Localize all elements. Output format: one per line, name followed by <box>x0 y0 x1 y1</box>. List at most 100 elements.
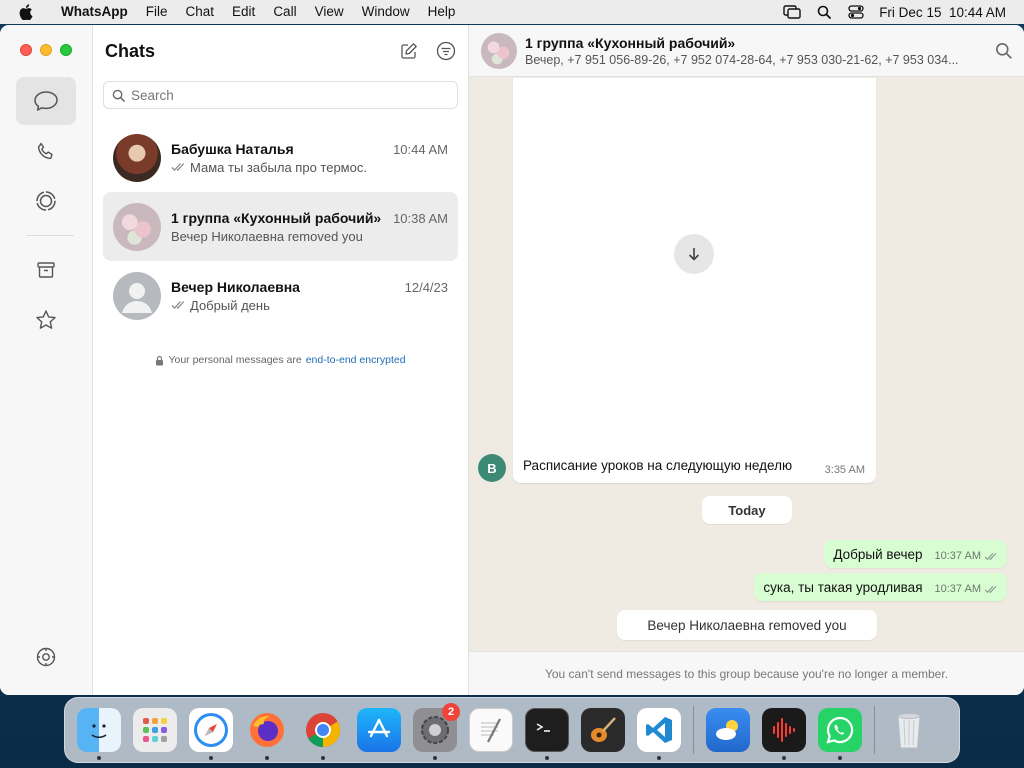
message-time: 10:37 AM <box>934 583 981 595</box>
rail-status-button[interactable] <box>16 177 76 225</box>
double-check-icon <box>984 585 997 593</box>
rail-chats-button[interactable] <box>16 77 76 125</box>
textedit-icon <box>469 708 513 752</box>
menubar-clock[interactable]: Fri Dec 15 10:44 AM <box>879 5 1006 20</box>
outgoing-message[interactable]: Добрый вечер 10:37 AM <box>824 540 1007 568</box>
chat-item-vecher[interactable]: Вечер Николаевна 12/4/23 Добрый день <box>103 261 458 330</box>
dock-voice-memos[interactable] <box>756 702 812 760</box>
menu-app-name[interactable]: WhatsApp <box>52 0 137 24</box>
filter-icon[interactable] <box>436 41 456 61</box>
rail-calls-button[interactable] <box>16 127 76 175</box>
dock-launchpad[interactable] <box>127 702 183 758</box>
chat-item-babushka[interactable]: Бабушка Наталья 10:44 AM Мама ты забыла … <box>103 123 458 192</box>
dock-separator <box>693 706 694 754</box>
rail-settings-button[interactable] <box>16 633 76 681</box>
chat-list-header: Chats <box>93 25 468 77</box>
conversation-header[interactable]: 1 группа «Кухонный рабочий» Вечер, +7 95… <box>469 25 1024 77</box>
running-indicator <box>265 756 269 760</box>
search-box[interactable] <box>103 81 458 109</box>
minimize-window-button[interactable] <box>40 44 52 56</box>
chat-last-message: Вечер Николаевна removed you <box>171 228 363 244</box>
chrome-icon <box>301 708 345 752</box>
double-check-icon <box>171 163 185 172</box>
dock-separator <box>874 706 875 754</box>
search-icon[interactable] <box>995 42 1012 59</box>
sender-avatar[interactable]: B <box>478 454 506 482</box>
default-avatar-icon <box>113 271 161 320</box>
settings-gear-icon <box>36 647 56 667</box>
weather-icon <box>706 708 750 752</box>
dock-textedit[interactable] <box>463 702 519 758</box>
lock-icon <box>156 355 164 365</box>
screen-mirroring-icon[interactable] <box>783 5 801 19</box>
chat-name: Бабушка Наталья <box>171 140 294 157</box>
running-indicator <box>209 756 213 760</box>
encryption-link[interactable]: end-to-end encrypted <box>306 354 406 366</box>
finder-icon <box>77 708 121 752</box>
download-button[interactable] <box>674 234 714 274</box>
apple-icon <box>19 4 33 20</box>
dock-garageband[interactable] <box>575 702 631 758</box>
safari-icon <box>189 708 233 752</box>
menu-help[interactable]: Help <box>419 0 465 24</box>
firefox-icon <box>245 708 289 752</box>
group-avatar[interactable] <box>481 32 517 69</box>
search-input[interactable] <box>131 87 431 103</box>
dock: 2 <box>64 697 960 763</box>
dock-vscode[interactable] <box>631 702 687 760</box>
apple-menu[interactable] <box>0 4 52 20</box>
conversation-panel: 1 группа «Кухонный рабочий» Вечер, +7 95… <box>469 25 1024 695</box>
dock-app-store[interactable] <box>351 702 407 758</box>
menu-edit[interactable]: Edit <box>223 0 264 24</box>
menu-file[interactable]: File <box>137 0 177 24</box>
chat-name: Вечер Николаевна <box>171 278 300 295</box>
spotlight-search-icon[interactable] <box>815 5 833 19</box>
new-chat-icon[interactable] <box>400 42 418 60</box>
trash-icon <box>887 708 931 752</box>
search-icon <box>112 89 125 102</box>
double-check-icon <box>171 301 185 310</box>
menu-call[interactable]: Call <box>264 0 305 24</box>
dock-firefox[interactable] <box>239 702 295 760</box>
status-icon <box>36 191 56 211</box>
outgoing-message[interactable]: сука, ты такая уродливая 10:37 AM <box>754 573 1007 601</box>
dock-trash[interactable] <box>881 702 937 758</box>
close-window-button[interactable] <box>20 44 32 56</box>
message-area[interactable]: Расписание уроков на следующую неделю 3:… <box>469 78 1024 651</box>
chat-avatar <box>113 202 161 251</box>
running-indicator <box>545 756 549 760</box>
dock-system-settings[interactable]: 2 <box>407 702 463 760</box>
dock-whatsapp[interactable] <box>812 702 868 760</box>
running-indicator <box>433 756 437 760</box>
running-indicator <box>838 756 842 760</box>
rail-divider <box>26 235 74 236</box>
chat-item-group[interactable]: 1 группа «Кухонный рабочий» 10:38 AM Веч… <box>103 192 458 261</box>
window-controls <box>20 44 72 56</box>
chat-avatar <box>113 133 161 182</box>
conversation-members: Вечер, +7 951 056-89-26, +7 952 074-28-6… <box>525 52 959 67</box>
phone-icon <box>37 142 53 160</box>
dock-terminal[interactable] <box>519 702 575 760</box>
media-caption: Расписание уроков на следующую неделю <box>523 458 793 473</box>
control-center-icon[interactable] <box>847 5 865 19</box>
dock-safari[interactable] <box>183 702 239 760</box>
rail-starred-button[interactable] <box>16 296 76 344</box>
chat-last-message: Добрый день <box>190 297 270 313</box>
system-message: Вечер Николаевна removed you <box>617 610 877 640</box>
dock-finder[interactable] <box>71 702 127 760</box>
fullscreen-window-button[interactable] <box>60 44 72 56</box>
rail-archived-button[interactable] <box>16 246 76 294</box>
double-check-icon <box>984 552 997 560</box>
dock-weather[interactable] <box>700 702 756 758</box>
message-text: Добрый вечер <box>833 546 923 562</box>
garageband-guitar-icon <box>581 708 625 752</box>
voice-memos-waveform-icon <box>762 708 806 752</box>
menu-chat[interactable]: Chat <box>177 0 224 24</box>
dock-chrome[interactable] <box>295 702 351 760</box>
menu-view[interactable]: View <box>306 0 353 24</box>
media-message[interactable]: Расписание уроков на следующую неделю 3:… <box>513 78 876 483</box>
whatsapp-icon <box>818 708 862 752</box>
arrow-down-icon <box>688 248 700 261</box>
menu-window[interactable]: Window <box>353 0 419 24</box>
whatsapp-window: Chats Бабушка Наталья 10:44 AM Мама ты з <box>0 25 1024 695</box>
